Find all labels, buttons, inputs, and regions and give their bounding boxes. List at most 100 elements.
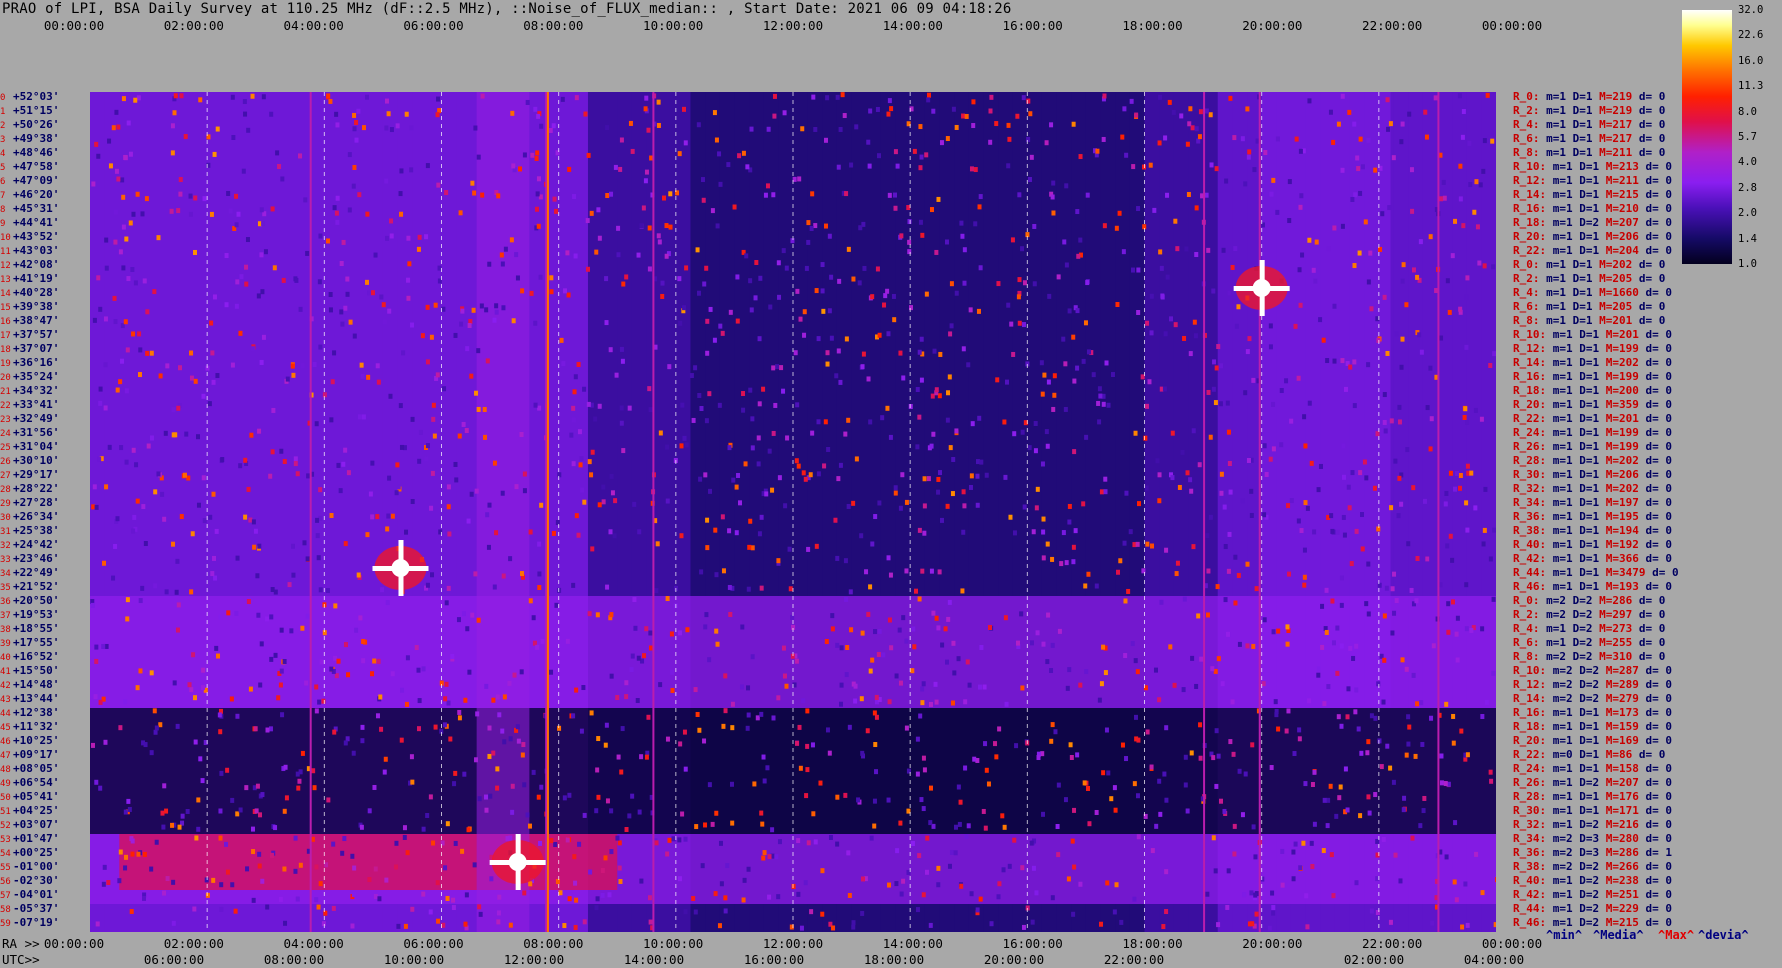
noise-pixel	[695, 247, 700, 253]
stat-min: 1	[1566, 804, 1580, 817]
noise-pixel	[554, 208, 559, 214]
noise-pixel	[1367, 810, 1372, 816]
noise-pixel	[389, 127, 394, 133]
dec-row: 17 +37°57'	[0, 329, 90, 342]
noise-pixel	[202, 196, 207, 202]
dec-value: -05°37'	[13, 902, 60, 915]
noise-pixel	[451, 905, 456, 911]
noise-pixel	[1463, 881, 1468, 887]
stat-key: D=	[1579, 832, 1593, 845]
dec-row: 43 +13°44'	[0, 693, 90, 706]
noise-pixel	[949, 323, 954, 329]
noise-pixel	[1230, 264, 1235, 270]
stat-median: 1	[1592, 230, 1606, 243]
noise-pixel	[754, 260, 759, 266]
noise-pixel	[431, 416, 436, 422]
stat-row: R_24: m=1 D=1 M=199 d= 0	[1513, 427, 1672, 439]
noise-pixel	[1124, 152, 1129, 158]
stat-max: 195	[1619, 510, 1646, 523]
noise-pixel	[1215, 584, 1220, 590]
noise-pixel	[312, 362, 317, 368]
noise-pixel	[1204, 192, 1209, 198]
stat-key: D=	[1579, 566, 1593, 579]
noise-pixel	[764, 491, 769, 497]
colorbar-label: 4.0	[1738, 156, 1757, 169]
noise-pixel	[1326, 246, 1331, 252]
noise-pixel	[846, 503, 851, 509]
stat-median: 1	[1585, 258, 1600, 271]
noise-pixel	[893, 205, 898, 211]
noise-pixel	[340, 321, 345, 327]
stat-key: M=	[1605, 426, 1619, 439]
stat-key: m=	[1552, 216, 1566, 229]
noise-pixel	[826, 446, 831, 452]
noise-pixel	[1182, 335, 1187, 341]
noise-pixel	[212, 555, 217, 561]
noise-pixel	[461, 421, 466, 427]
stat-key: D=	[1579, 776, 1593, 789]
noise-pixel	[605, 798, 610, 804]
noise-pixel	[406, 295, 411, 301]
noise-pixel	[658, 682, 663, 688]
noise-pixel	[1045, 541, 1050, 547]
stat-dev: 0	[1665, 398, 1672, 411]
noise-pixel	[435, 880, 440, 886]
stat-min: 1	[1566, 230, 1580, 243]
noise-pixel	[198, 97, 203, 103]
dec-value: +11°32'	[13, 720, 60, 733]
stat-min: 1	[1566, 902, 1580, 915]
noise-pixel	[445, 821, 450, 827]
stat-dev: 0	[1665, 230, 1672, 243]
noise-pixel	[730, 701, 735, 707]
stat-region: R_2:	[1513, 104, 1547, 117]
noise-pixel	[555, 519, 560, 525]
noise-pixel	[525, 812, 530, 818]
noise-pixel	[1326, 797, 1331, 803]
noise-pixel	[1091, 372, 1096, 378]
noise-pixel	[1189, 750, 1194, 756]
noise-pixel	[642, 653, 647, 659]
noise-pixel	[880, 415, 885, 421]
noise-pixel	[918, 713, 923, 719]
stat-min: 1	[1566, 706, 1580, 719]
noise-pixel	[637, 809, 642, 815]
noise-pixel	[846, 850, 851, 856]
noise-pixel	[1331, 139, 1336, 145]
stat-key: d=	[1645, 370, 1666, 383]
noise-pixel	[326, 797, 331, 803]
noise-pixel	[251, 897, 256, 903]
noise-pixel	[1149, 293, 1154, 299]
noise-pixel	[586, 152, 591, 158]
noise-pixel	[1084, 434, 1089, 440]
noise-pixel	[238, 807, 243, 813]
noise-pixel	[877, 500, 882, 506]
noise-pixel	[276, 695, 281, 701]
noise-pixel	[176, 602, 181, 608]
noise-pixel	[421, 891, 426, 897]
noise-pixel	[195, 434, 200, 440]
noise-pixel	[1469, 627, 1474, 633]
noise-pixel	[978, 265, 983, 271]
noise-pixel	[1208, 112, 1213, 118]
noise-pixel	[762, 778, 767, 784]
noise-pixel	[582, 386, 587, 392]
noise-pixel	[515, 275, 520, 281]
stat-region: R_2:	[1513, 608, 1547, 621]
noise-pixel	[525, 99, 530, 105]
dec-value: +45°31'	[13, 202, 60, 215]
noise-pixel	[273, 589, 278, 595]
noise-pixel	[187, 682, 192, 688]
noise-pixel	[1150, 543, 1155, 549]
top-tick-label: 10:00:00	[643, 18, 704, 33]
noise-pixel	[1153, 667, 1158, 673]
stat-key: D=	[1579, 202, 1593, 215]
stat-dev: 0	[1665, 202, 1672, 215]
noise-pixel	[170, 822, 175, 828]
ra-tick-label: 10:00:00	[643, 936, 704, 951]
noise-pixel	[746, 866, 751, 872]
stat-dev: 0	[1665, 342, 1672, 355]
noise-pixel	[658, 430, 663, 436]
noise-pixel	[948, 331, 953, 337]
noise-pixel	[678, 741, 683, 747]
noise-pixel	[919, 336, 924, 342]
